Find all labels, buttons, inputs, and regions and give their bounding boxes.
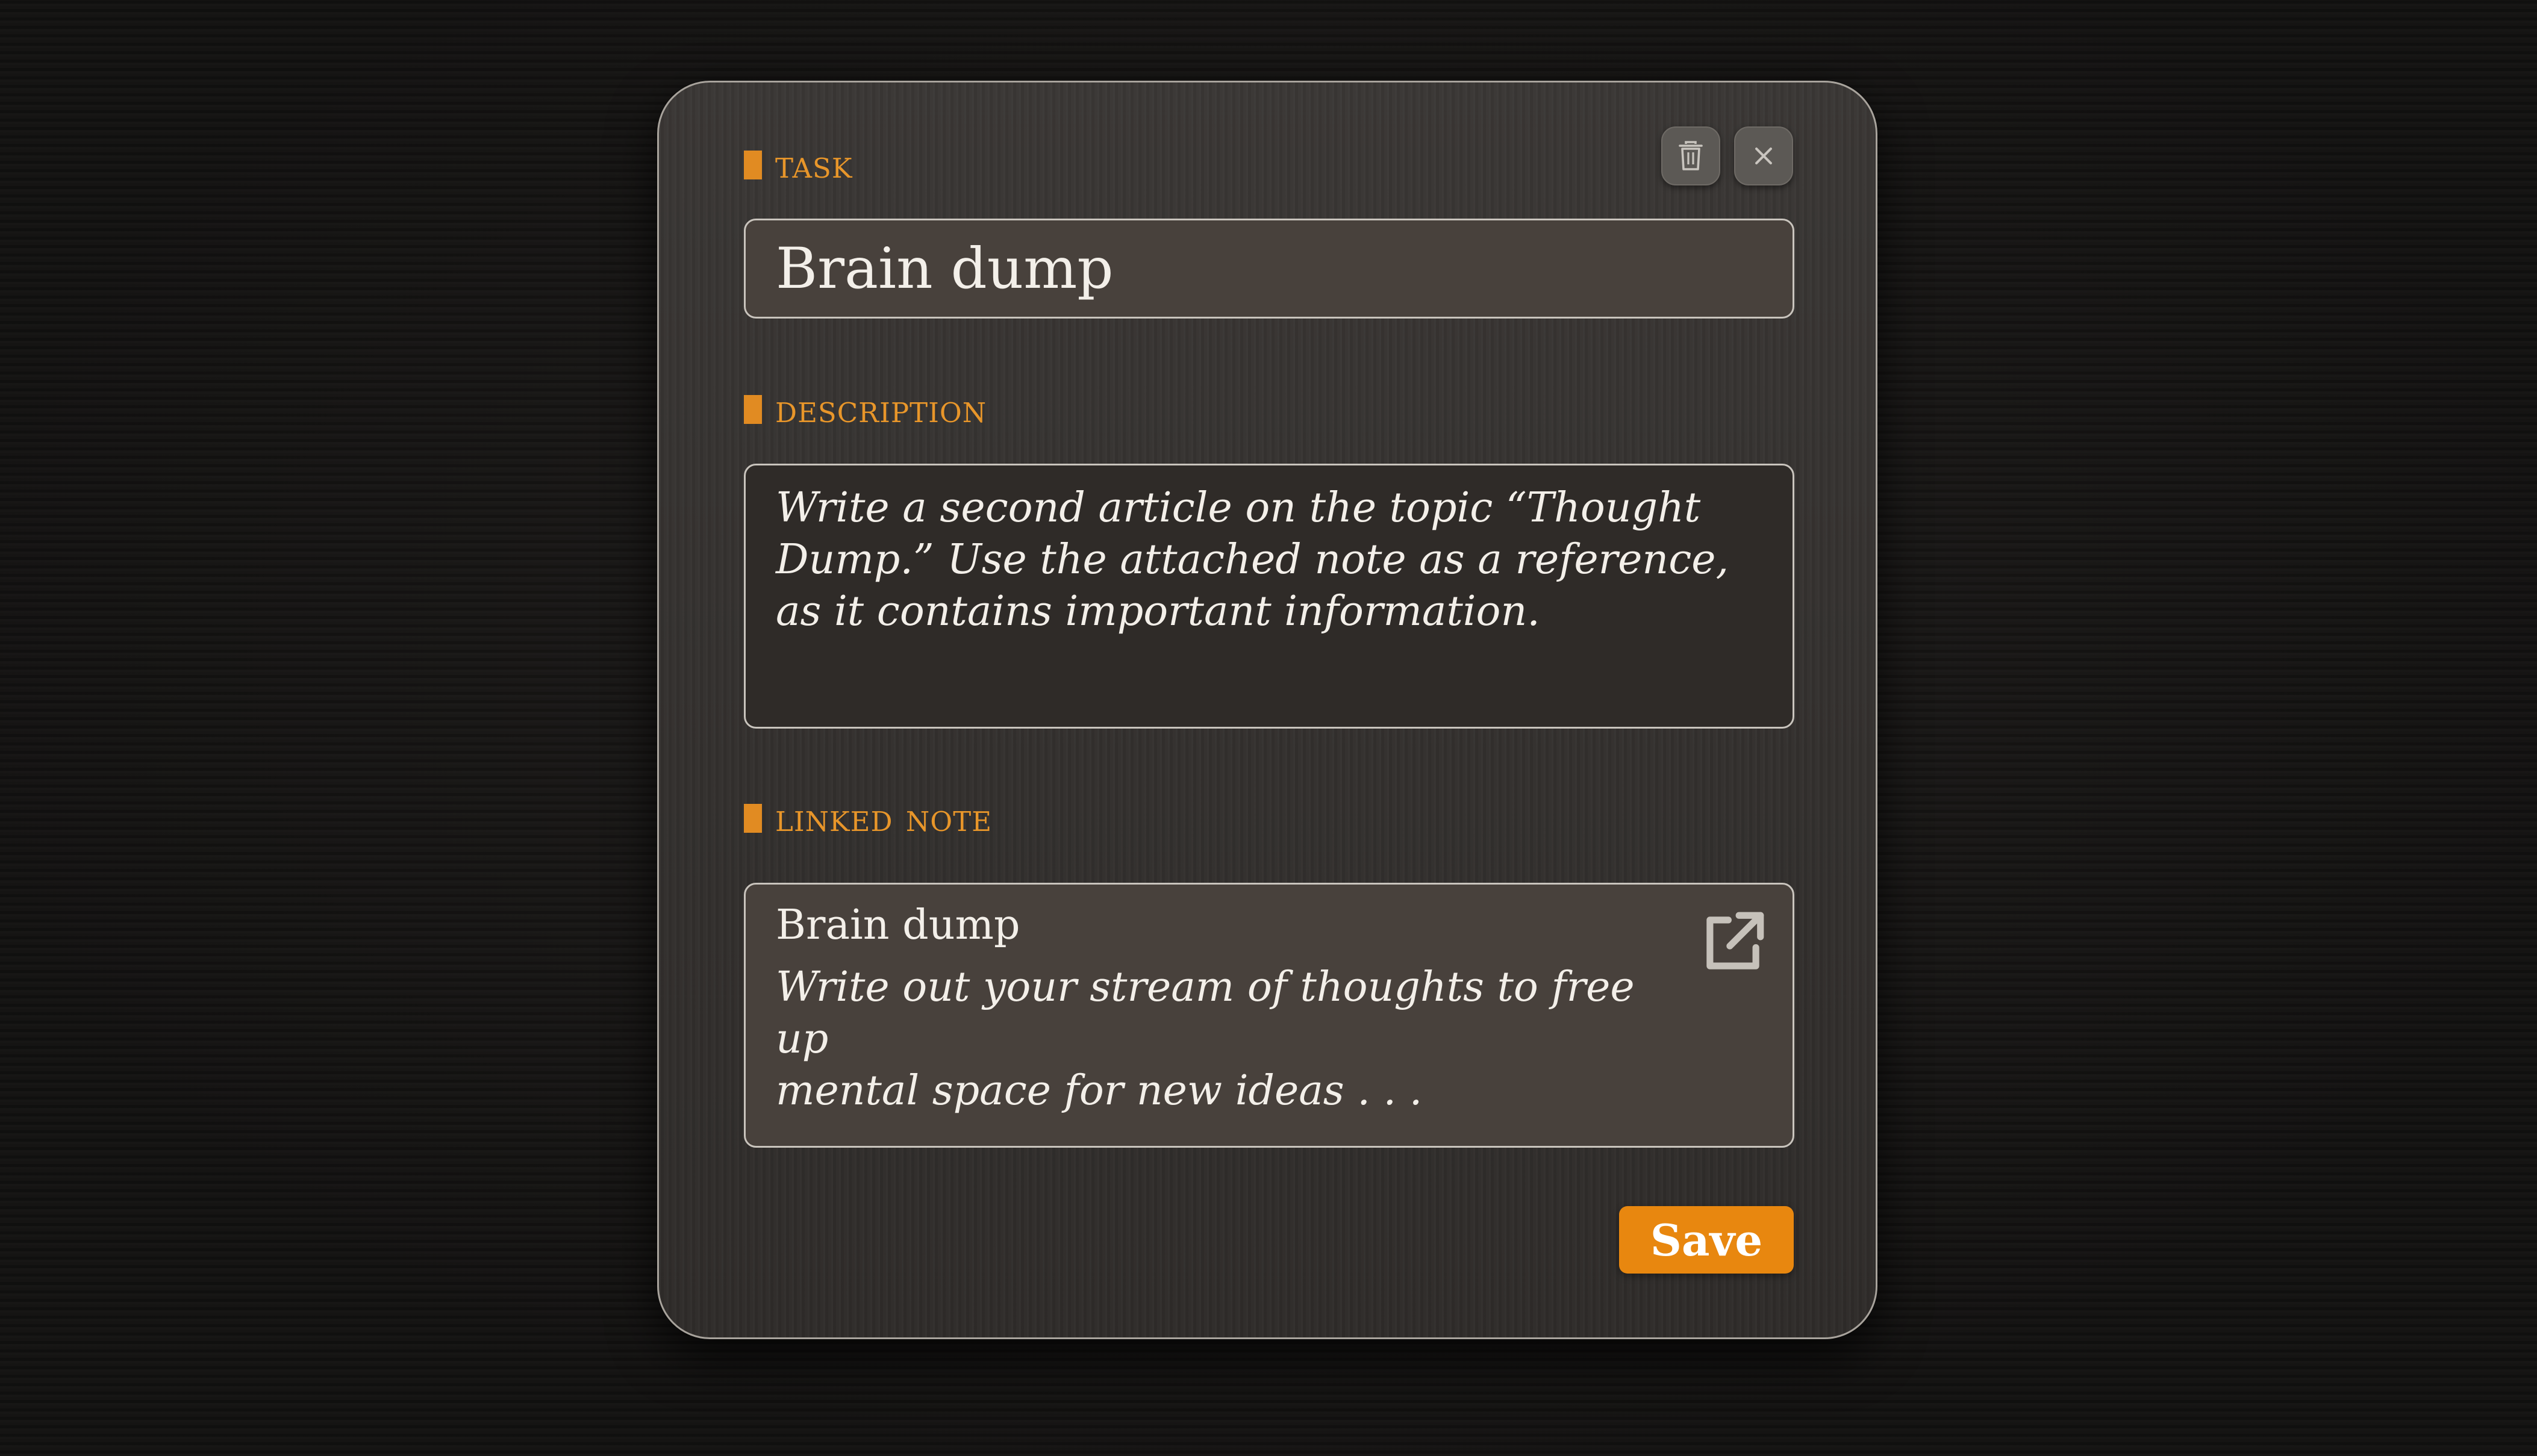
task-edit-dialog: TASK Brain dump DESCRIPTION Write a seco… — [657, 81, 1877, 1339]
linked-note-card[interactable]: Brain dump Write out your stream of thou… — [744, 883, 1794, 1148]
task-section-label: TASK — [744, 141, 853, 189]
linked-note-label-text: LINKED NOTE — [775, 796, 993, 841]
task-label-text: TASK — [775, 143, 853, 187]
linked-note-section-label: LINKED NOTE — [744, 794, 992, 842]
linked-note-excerpt: Write out your stream of thoughts to fre… — [776, 963, 1635, 1115]
save-button[interactable]: Save — [1619, 1206, 1794, 1274]
description-label-text: DESCRIPTION — [775, 387, 987, 432]
external-link-icon[interactable] — [1696, 906, 1770, 980]
task-name-input[interactable]: Brain dump — [744, 219, 1794, 319]
trash-icon — [1679, 141, 1703, 170]
delete-button[interactable] — [1661, 126, 1720, 185]
linked-note-label-marker — [744, 804, 762, 833]
description-textarea[interactable]: Write a second article on the topic “Tho… — [744, 464, 1794, 729]
linked-note-title: Brain dump — [776, 901, 1020, 949]
description-section-label: DESCRIPTION — [744, 385, 987, 434]
close-button[interactable] — [1734, 126, 1793, 185]
close-icon — [1755, 148, 1772, 164]
description-label-marker — [744, 395, 762, 424]
task-label-marker — [744, 151, 762, 179]
